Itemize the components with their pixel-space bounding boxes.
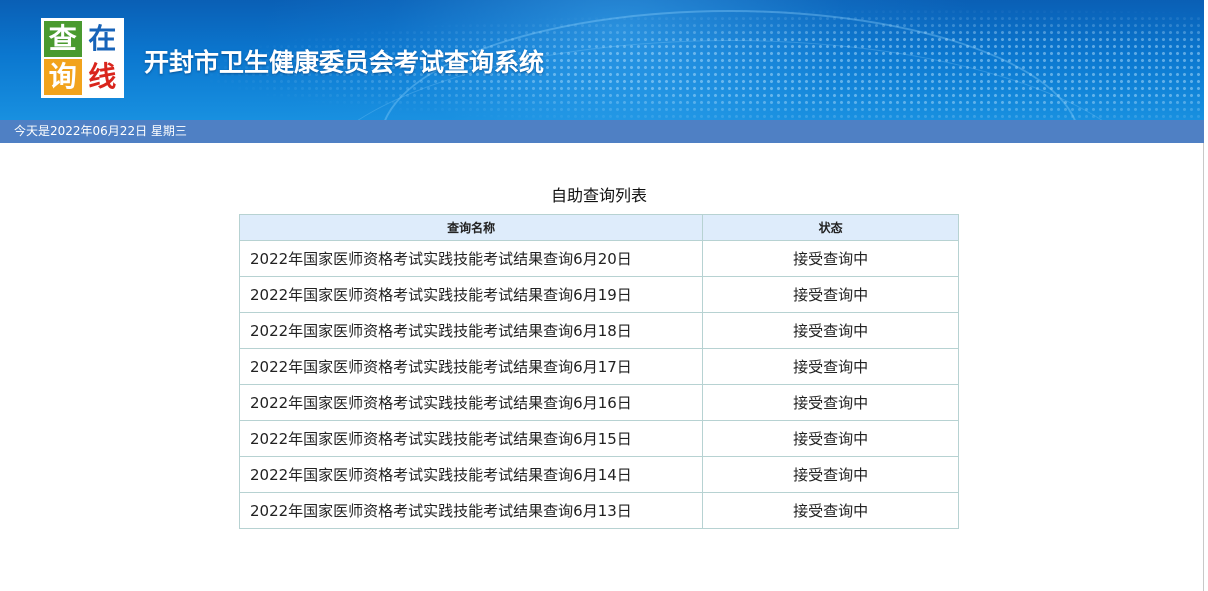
logo-char-xun: 询	[44, 59, 82, 95]
query-status-cell: 接受查询中	[702, 276, 959, 313]
table-row[interactable]: 2022年国家医师资格考试实践技能考试结果查询6月20日 接受查询中	[238, 240, 959, 277]
site-header: 查 在 询 线 开封市卫生健康委员会考试查询系统	[0, 0, 1204, 120]
query-name-cell: 2022年国家医师资格考试实践技能考试结果查询6月14日	[238, 456, 704, 493]
site-logo: 查 在 询 线	[41, 18, 124, 98]
query-name-cell: 2022年国家医师资格考试实践技能考试结果查询6月13日	[238, 492, 704, 529]
table-row[interactable]: 2022年国家医师资格考试实践技能考试结果查询6月16日 接受查询中	[238, 384, 959, 421]
query-link[interactable]: 2022年国家医师资格考试实践技能考试结果查询6月15日	[250, 430, 632, 448]
query-link[interactable]: 2022年国家医师资格考试实践技能考试结果查询6月13日	[250, 502, 632, 520]
query-status-cell: 接受查询中	[702, 420, 959, 457]
query-link[interactable]: 2022年国家医师资格考试实践技能考试结果查询6月20日	[250, 250, 632, 268]
table-row[interactable]: 2022年国家医师资格考试实践技能考试结果查询6月15日 接受查询中	[238, 420, 959, 457]
table-row[interactable]: 2022年国家医师资格考试实践技能考试结果查询6月18日 接受查询中	[238, 312, 959, 349]
logo-char-xian: 线	[83, 59, 121, 95]
query-link[interactable]: 2022年国家医师资格考试实践技能考试结果查询6月14日	[250, 466, 632, 484]
table-row[interactable]: 2022年国家医师资格考试实践技能考试结果查询6月13日 接受查询中	[238, 492, 959, 529]
table-row[interactable]: 2022年国家医师资格考试实践技能考试结果查询6月14日 接受查询中	[238, 456, 959, 493]
column-header-name: 查询名称	[238, 214, 704, 241]
today-date-text: 今天是2022年06月22日 星期三	[14, 124, 187, 138]
query-name-cell: 2022年国家医师资格考试实践技能考试结果查询6月18日	[238, 312, 704, 349]
list-title: 自助查询列表	[550, 186, 647, 205]
query-link[interactable]: 2022年国家医师资格考试实践技能考试结果查询6月19日	[250, 286, 632, 304]
table-row[interactable]: 2022年国家医师资格考试实践技能考试结果查询6月19日 接受查询中	[238, 276, 959, 313]
query-status-cell: 接受查询中	[702, 312, 959, 349]
query-link[interactable]: 2022年国家医师资格考试实践技能考试结果查询6月18日	[250, 322, 632, 340]
page-right-border	[1203, 143, 1204, 591]
query-name-cell: 2022年国家医师资格考试实践技能考试结果查询6月20日	[238, 240, 704, 277]
query-link[interactable]: 2022年国家医师资格考试实践技能考试结果查询6月16日	[250, 394, 632, 412]
query-status-cell: 接受查询中	[702, 240, 959, 277]
query-status-cell: 接受查询中	[702, 456, 959, 493]
table-header-row: 查询名称 状态	[238, 214, 959, 241]
query-name-cell: 2022年国家医师资格考试实践技能考试结果查询6月17日	[238, 348, 704, 385]
logo-char-zai: 在	[83, 21, 121, 57]
date-bar: 今天是2022年06月22日 星期三	[0, 120, 1204, 143]
site-title: 开封市卫生健康委员会考试查询系统	[144, 48, 545, 77]
query-link[interactable]: 2022年国家医师资格考试实践技能考试结果查询6月17日	[250, 358, 632, 376]
query-status-cell: 接受查询中	[702, 348, 959, 385]
table-row[interactable]: 2022年国家医师资格考试实践技能考试结果查询6月17日 接受查询中	[238, 348, 959, 385]
query-name-cell: 2022年国家医师资格考试实践技能考试结果查询6月19日	[238, 276, 704, 313]
column-header-status: 状态	[702, 214, 959, 241]
query-name-cell: 2022年国家医师资格考试实践技能考试结果查询6月15日	[238, 420, 704, 457]
logo-char-cha: 查	[44, 21, 82, 57]
query-list-table: 查询名称 状态 2022年国家医师资格考试实践技能考试结果查询6月20日 接受查…	[238, 214, 959, 529]
query-name-cell: 2022年国家医师资格考试实践技能考试结果查询6月16日	[238, 384, 704, 421]
query-status-cell: 接受查询中	[702, 384, 959, 421]
query-status-cell: 接受查询中	[702, 492, 959, 529]
